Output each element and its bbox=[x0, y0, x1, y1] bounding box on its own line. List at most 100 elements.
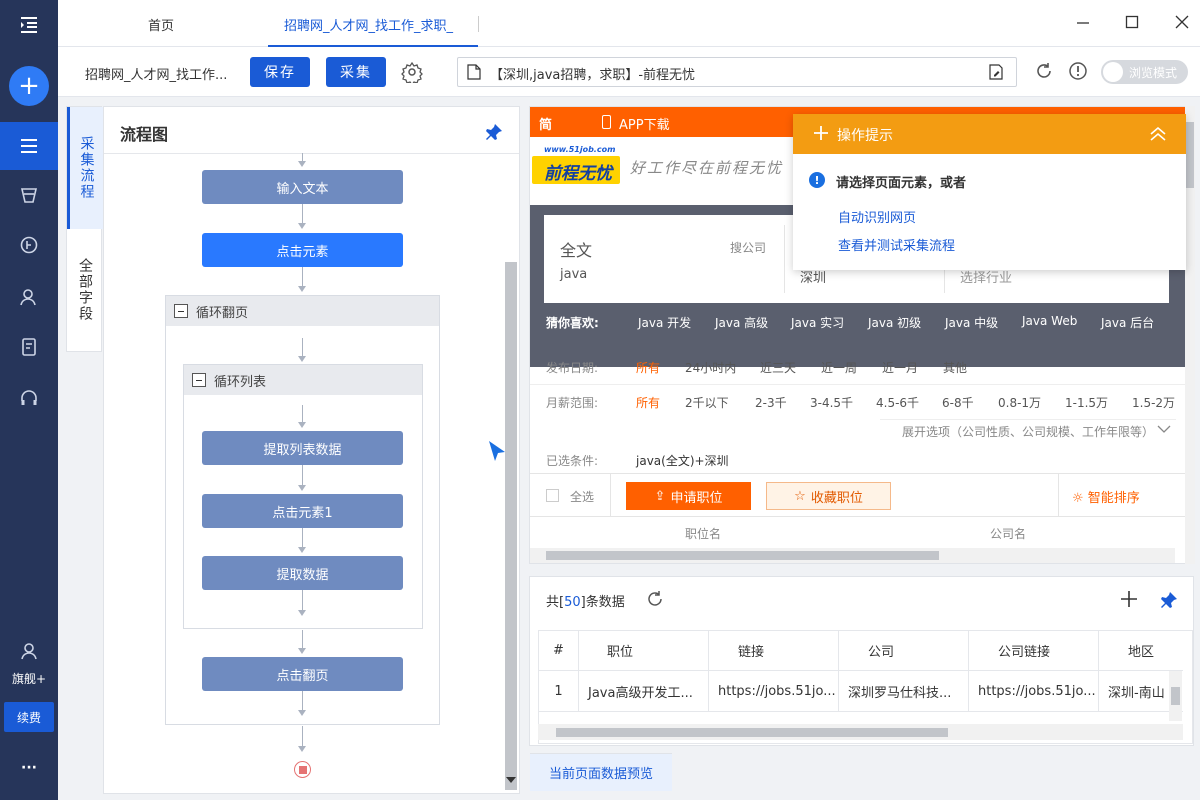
site-simplified[interactable]: 简 bbox=[539, 114, 552, 133]
h-scrollbar[interactable] bbox=[530, 548, 1175, 563]
salary-option[interactable]: 1.5-2万 bbox=[1132, 394, 1175, 411]
date-option[interactable]: 24小时内 bbox=[685, 359, 736, 376]
collect-button[interactable]: 采集 bbox=[326, 57, 386, 87]
headset-icon[interactable] bbox=[0, 373, 58, 423]
table-h-scrollbar-thumb[interactable] bbox=[556, 728, 948, 737]
collapse-icon[interactable] bbox=[192, 373, 206, 387]
add-field-icon[interactable] bbox=[1120, 590, 1138, 608]
salary-option[interactable]: 2千以下 bbox=[685, 394, 729, 411]
pin-icon[interactable] bbox=[485, 123, 503, 141]
date-option[interactable]: 近一月 bbox=[882, 359, 918, 376]
tab-home[interactable]: 首页 bbox=[148, 15, 174, 34]
salary-option[interactable]: 4.5-6千 bbox=[876, 394, 919, 411]
schedule-icon[interactable] bbox=[0, 220, 58, 270]
test-flow-link[interactable]: 查看并测试采集流程 bbox=[838, 235, 955, 254]
node-extract-list[interactable]: 提取列表数据 bbox=[202, 431, 403, 465]
auto-detect-link[interactable]: 自动识别网页 bbox=[838, 207, 916, 226]
refresh-data-icon[interactable] bbox=[646, 590, 664, 608]
task-list-icon[interactable] bbox=[0, 122, 58, 170]
more-icon[interactable]: ··· bbox=[0, 760, 58, 776]
menu-collapse-icon[interactable] bbox=[0, 0, 58, 50]
guess-item[interactable]: Java Web bbox=[1022, 314, 1077, 328]
close-icon[interactable] bbox=[1172, 12, 1192, 32]
edit-url-icon[interactable] bbox=[988, 64, 1004, 80]
web-v-scrollbar-thumb[interactable] bbox=[1186, 122, 1194, 188]
salary-option[interactable]: 2-3千 bbox=[755, 394, 787, 411]
loop-list-header[interactable]: 循环列表 bbox=[184, 365, 422, 395]
table-cell[interactable]: https://jobs.51jo... bbox=[710, 671, 839, 711]
table-v-scrollbar-thumb[interactable] bbox=[1171, 687, 1180, 705]
date-option[interactable]: 近一周 bbox=[821, 359, 857, 376]
favorite-job-button[interactable]: ☆ 收藏职位 bbox=[766, 482, 891, 510]
node-click-element[interactable]: 点击元素 bbox=[202, 233, 403, 267]
expand-options-link[interactable]: 展开选项（公司性质、公司规模、工作年限等） bbox=[902, 423, 1154, 440]
search-keyword-field[interactable]: 全文 bbox=[560, 237, 592, 261]
renew-button[interactable]: 续费 bbox=[4, 702, 54, 732]
loop-page-header[interactable]: 循环翻页 bbox=[166, 296, 439, 326]
guess-item[interactable]: Java 实习 bbox=[791, 314, 844, 331]
web-v-scrollbar[interactable] bbox=[1185, 106, 1195, 564]
th-position[interactable]: 职位 bbox=[580, 630, 709, 670]
date-option[interactable]: 所有 bbox=[636, 359, 660, 376]
browse-mode-toggle[interactable]: 浏览模式 bbox=[1101, 60, 1188, 84]
site-logo[interactable]: www.51job.com 前程无忧 bbox=[532, 145, 620, 185]
maximize-icon[interactable] bbox=[1122, 12, 1142, 32]
node-input-text[interactable]: 输入文本 bbox=[202, 170, 403, 204]
salary-option[interactable]: 1-1.5万 bbox=[1065, 394, 1108, 411]
minimize-icon[interactable] bbox=[1073, 12, 1093, 32]
tab-page-data-preview[interactable]: 当前页面数据预览 bbox=[530, 753, 672, 791]
table-cell[interactable]: 深圳罗马仕科技... bbox=[840, 671, 969, 711]
search-company-link[interactable]: 搜公司 bbox=[730, 239, 766, 256]
h-scrollbar-thumb[interactable] bbox=[546, 551, 939, 560]
save-button[interactable]: 保存 bbox=[250, 57, 310, 87]
th-region[interactable]: 地区 bbox=[1100, 630, 1183, 670]
guess-item[interactable]: Java 初级 bbox=[868, 314, 921, 331]
collapse-up-icon[interactable] bbox=[1149, 126, 1167, 142]
move-icon[interactable] bbox=[813, 125, 829, 141]
guess-item[interactable]: Java 高级 bbox=[715, 314, 768, 331]
pin-data-icon[interactable] bbox=[1160, 591, 1178, 609]
app-download-link[interactable]: APP下载 bbox=[619, 114, 670, 133]
account-icon[interactable] bbox=[0, 626, 58, 676]
template-icon[interactable] bbox=[0, 170, 58, 220]
node-extract-data[interactable]: 提取数据 bbox=[202, 556, 403, 590]
salary-option[interactable]: 所有 bbox=[636, 394, 660, 411]
th-company[interactable]: 公司 bbox=[840, 630, 969, 670]
new-task-button[interactable]: + bbox=[9, 66, 49, 106]
node-click-element1[interactable]: 点击元素1 bbox=[202, 494, 403, 528]
guess-item[interactable]: Java 中级 bbox=[945, 314, 998, 331]
users-icon[interactable] bbox=[0, 272, 58, 322]
date-option[interactable]: 其他 bbox=[943, 359, 967, 376]
flow-scrollbar[interactable] bbox=[505, 262, 517, 790]
guess-item[interactable]: Java 开发 bbox=[638, 314, 691, 331]
collapse-icon[interactable] bbox=[174, 304, 188, 318]
settings-gear-icon[interactable] bbox=[401, 61, 423, 87]
th-link[interactable]: 链接 bbox=[710, 630, 839, 670]
table-h-scrollbar[interactable] bbox=[538, 724, 1183, 740]
scroll-down-arrow[interactable] bbox=[506, 777, 516, 783]
table-cell[interactable]: 深圳-南山 bbox=[1100, 671, 1170, 711]
refresh-icon[interactable] bbox=[1034, 61, 1054, 81]
salary-option[interactable]: 0.8-1万 bbox=[998, 394, 1041, 411]
tab-active[interactable]: 招聘网_人才网_找工作_求职_ bbox=[268, 0, 478, 47]
salary-option[interactable]: 6-8千 bbox=[942, 394, 974, 411]
apply-job-button[interactable]: ⇪ 申请职位 bbox=[626, 482, 751, 510]
document-icon[interactable] bbox=[0, 322, 58, 372]
th-company-link[interactable]: 公司链接 bbox=[970, 630, 1099, 670]
select-all-checkbox[interactable] bbox=[546, 489, 559, 502]
date-option[interactable]: 近三天 bbox=[760, 359, 796, 376]
chevron-down-icon[interactable] bbox=[1157, 423, 1171, 433]
guess-item[interactable]: Java 后台 bbox=[1101, 314, 1154, 331]
task-name[interactable]: 招聘网_人才网_找工作... bbox=[85, 64, 227, 83]
table-v-scrollbar[interactable] bbox=[1169, 671, 1182, 721]
smart-sort-button[interactable]: ☼ 智能排序 bbox=[1072, 487, 1140, 506]
info-icon[interactable] bbox=[1068, 61, 1088, 81]
salary-option[interactable]: 3-4.5千 bbox=[810, 394, 853, 411]
tab-fields[interactable]: 全部字段 bbox=[67, 229, 103, 351]
tab-flow[interactable]: 采集流程 bbox=[67, 107, 103, 229]
table-cell[interactable]: https://jobs.51jo... bbox=[970, 671, 1099, 711]
node-click-next-page[interactable]: 点击翻页 bbox=[202, 657, 403, 691]
table-cell[interactable]: Java高级开发工... bbox=[580, 671, 709, 711]
url-bar[interactable]: 【深圳,java招聘，求职】-前程无忧 bbox=[457, 57, 1017, 87]
end-node-icon[interactable] bbox=[294, 761, 311, 778]
